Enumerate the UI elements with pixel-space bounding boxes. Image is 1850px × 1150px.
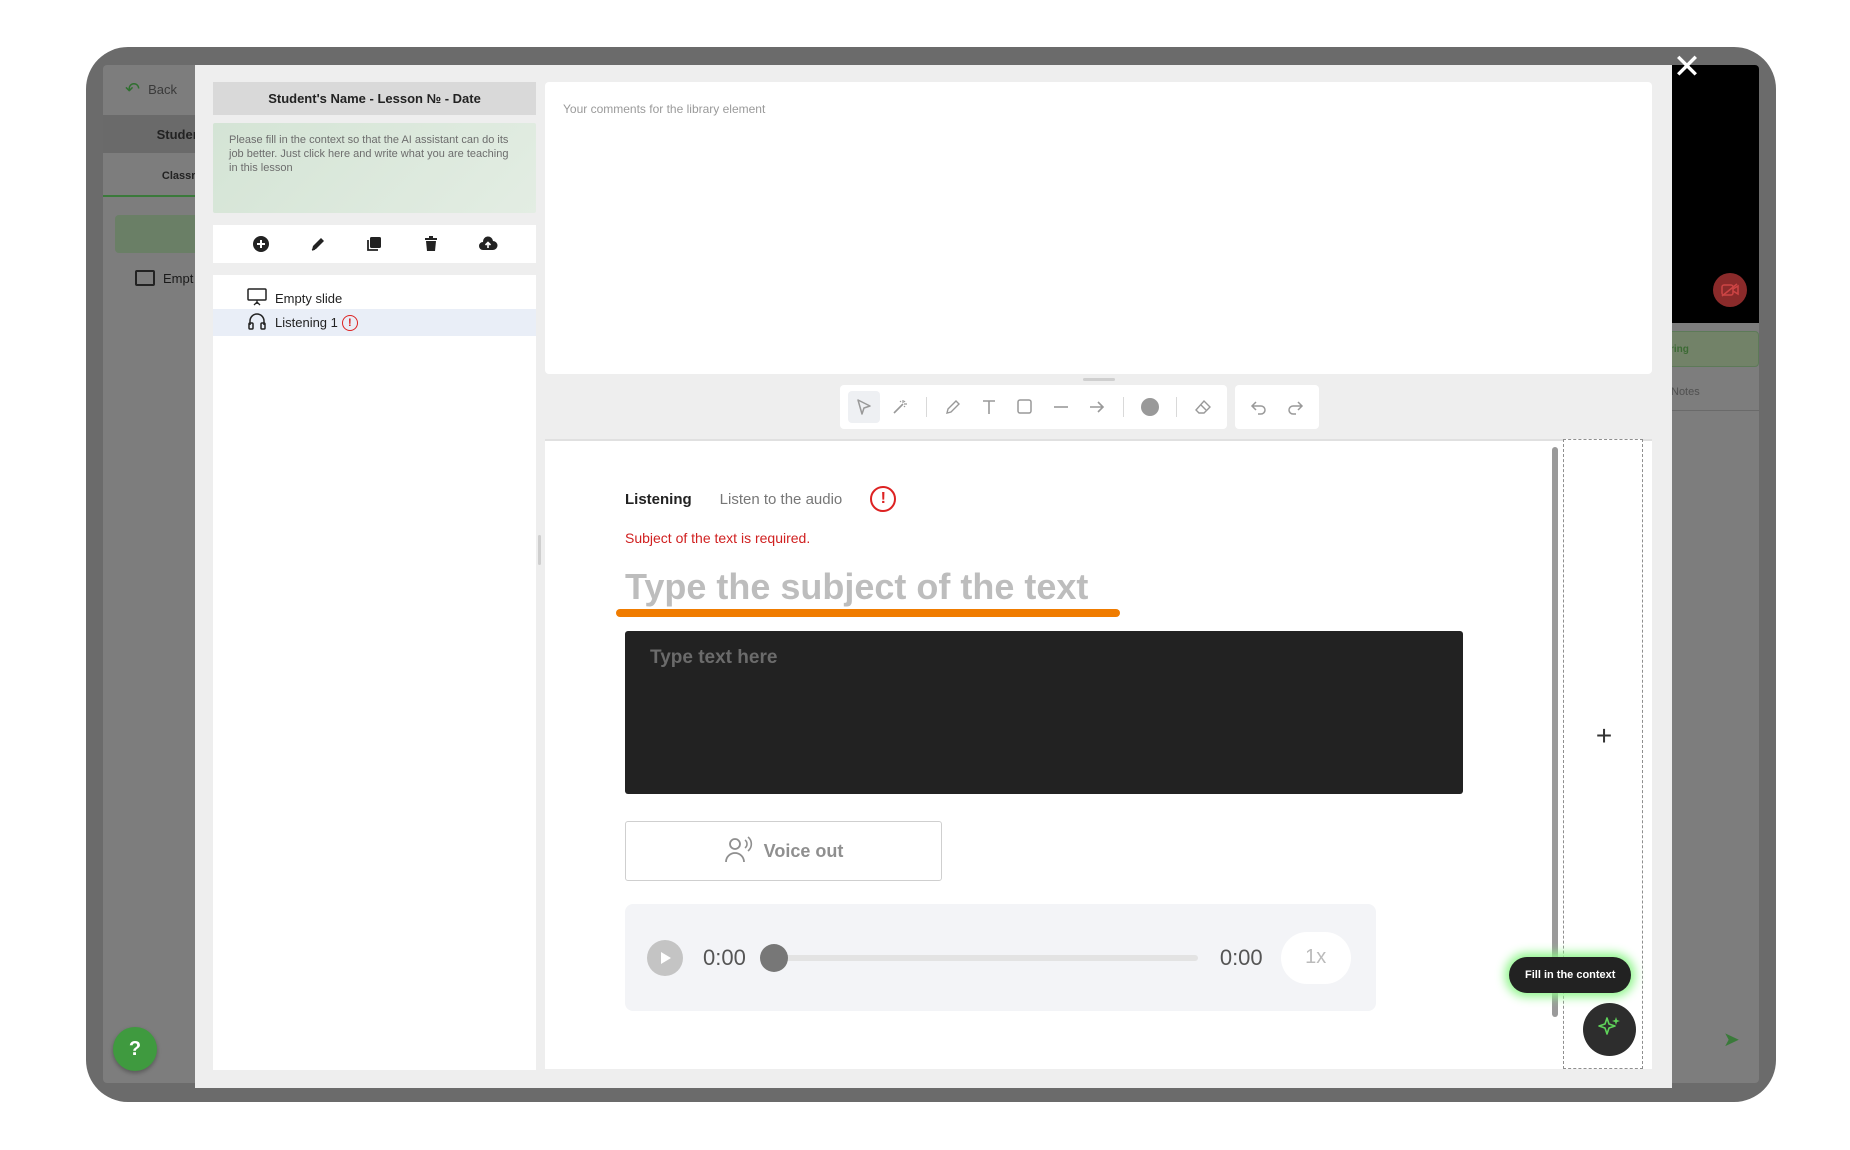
background-slide-item[interactable]: Empt [135, 270, 193, 286]
add-icon[interactable] [249, 232, 273, 256]
help-button[interactable]: ? [113, 1027, 157, 1071]
panel-resize-handle[interactable] [538, 535, 541, 565]
voice-icon [724, 835, 754, 868]
presentation-icon [135, 270, 155, 286]
plus-icon: + [1595, 720, 1613, 751]
toolbar-divider [926, 397, 927, 417]
text-input[interactable]: Type text here [625, 631, 1463, 794]
undo-icon[interactable] [1243, 391, 1275, 423]
subject-underline [616, 609, 1120, 617]
audio-player: 0:00 0:00 1x [625, 904, 1376, 1011]
voice-out-button[interactable]: Voice out [625, 821, 942, 881]
play-button[interactable] [647, 939, 683, 976]
tab-listen-audio[interactable]: Listen to the audio [720, 491, 843, 508]
notes-tab[interactable]: Notes [1663, 373, 1759, 411]
edit-icon[interactable] [306, 232, 330, 256]
text-tool-icon[interactable] [973, 391, 1005, 423]
redo-icon[interactable] [1279, 391, 1311, 423]
color-picker-icon[interactable] [1134, 391, 1166, 423]
toolbar-divider [1123, 397, 1124, 417]
warning-icon: ! [341, 314, 358, 331]
validation-error: Subject of the text is required. [625, 530, 811, 546]
exercise-tabs: Listening Listen to the audio ! [625, 486, 897, 512]
subject-input[interactable]: Type the subject of the text [625, 566, 1088, 608]
line-icon[interactable] [1045, 391, 1077, 423]
camera-off-icon[interactable] [1713, 273, 1747, 307]
upload-icon[interactable] [476, 232, 500, 256]
warning-icon: ! [870, 486, 897, 512]
history-group [1235, 385, 1319, 429]
progress-handle[interactable] [759, 943, 788, 972]
fill-context-tooltip[interactable]: Fill in the context [1509, 957, 1632, 993]
drawing-tools-group [840, 385, 1227, 429]
background-slide-label: Empt [163, 270, 194, 286]
sparkles-icon [1597, 1014, 1623, 1045]
eraser-icon[interactable] [1187, 391, 1219, 423]
comments-resize-handle[interactable] [1083, 378, 1115, 381]
slide-item-empty[interactable]: Empty slide [213, 285, 536, 312]
slide-item-label: Listening 1 [275, 315, 338, 330]
tab-listening[interactable]: Listening [625, 491, 692, 508]
slide-item-label: Empty slide [275, 291, 343, 306]
magic-wand-icon[interactable] [884, 391, 916, 423]
send-icon[interactable]: ➤ [1723, 1027, 1740, 1052]
comments-field[interactable]: Your comments for the library element [545, 82, 1652, 374]
back-link[interactable]: ↶ Back [125, 79, 177, 100]
voice-out-label: Voice out [763, 840, 844, 861]
background-green-button[interactable] [115, 215, 205, 253]
back-label: Back [148, 82, 177, 97]
duplicate-icon[interactable] [362, 232, 386, 256]
arrow-icon[interactable] [1081, 391, 1113, 423]
pencil-icon[interactable] [937, 391, 969, 423]
slide-canvas: Listening Listen to the audio ! Subject … [545, 439, 1652, 1069]
progress-track[interactable] [759, 943, 1198, 972]
slides-toolbar [213, 225, 536, 263]
slides-list: Empty slide Listening 1 ! [213, 275, 536, 1070]
lesson-title[interactable]: Student's Name - Lesson № - Date [213, 82, 536, 115]
scrollbar[interactable] [1552, 447, 1558, 1017]
ai-context-field[interactable]: Please fill in the context so that the A… [213, 123, 536, 213]
close-modal-button[interactable]: ✕ [1672, 50, 1702, 84]
background-recording-button[interactable]: ring [1663, 331, 1759, 367]
delete-icon[interactable] [419, 232, 443, 256]
slide-item-listening[interactable]: Listening 1 ! [213, 309, 536, 336]
presentation-icon [247, 288, 267, 309]
ai-assistant-button[interactable] [1583, 1003, 1636, 1056]
headphones-icon [247, 312, 267, 333]
current-time: 0:00 [703, 944, 746, 970]
back-arrow-icon: ↶ [125, 79, 141, 99]
toolbar-divider [1176, 397, 1177, 417]
rectangle-icon[interactable] [1009, 391, 1041, 423]
playback-speed-button[interactable]: 1x [1280, 931, 1351, 984]
drawing-toolbar [840, 385, 1319, 429]
select-tool-icon[interactable] [848, 391, 880, 423]
duration: 0:00 [1219, 944, 1263, 970]
